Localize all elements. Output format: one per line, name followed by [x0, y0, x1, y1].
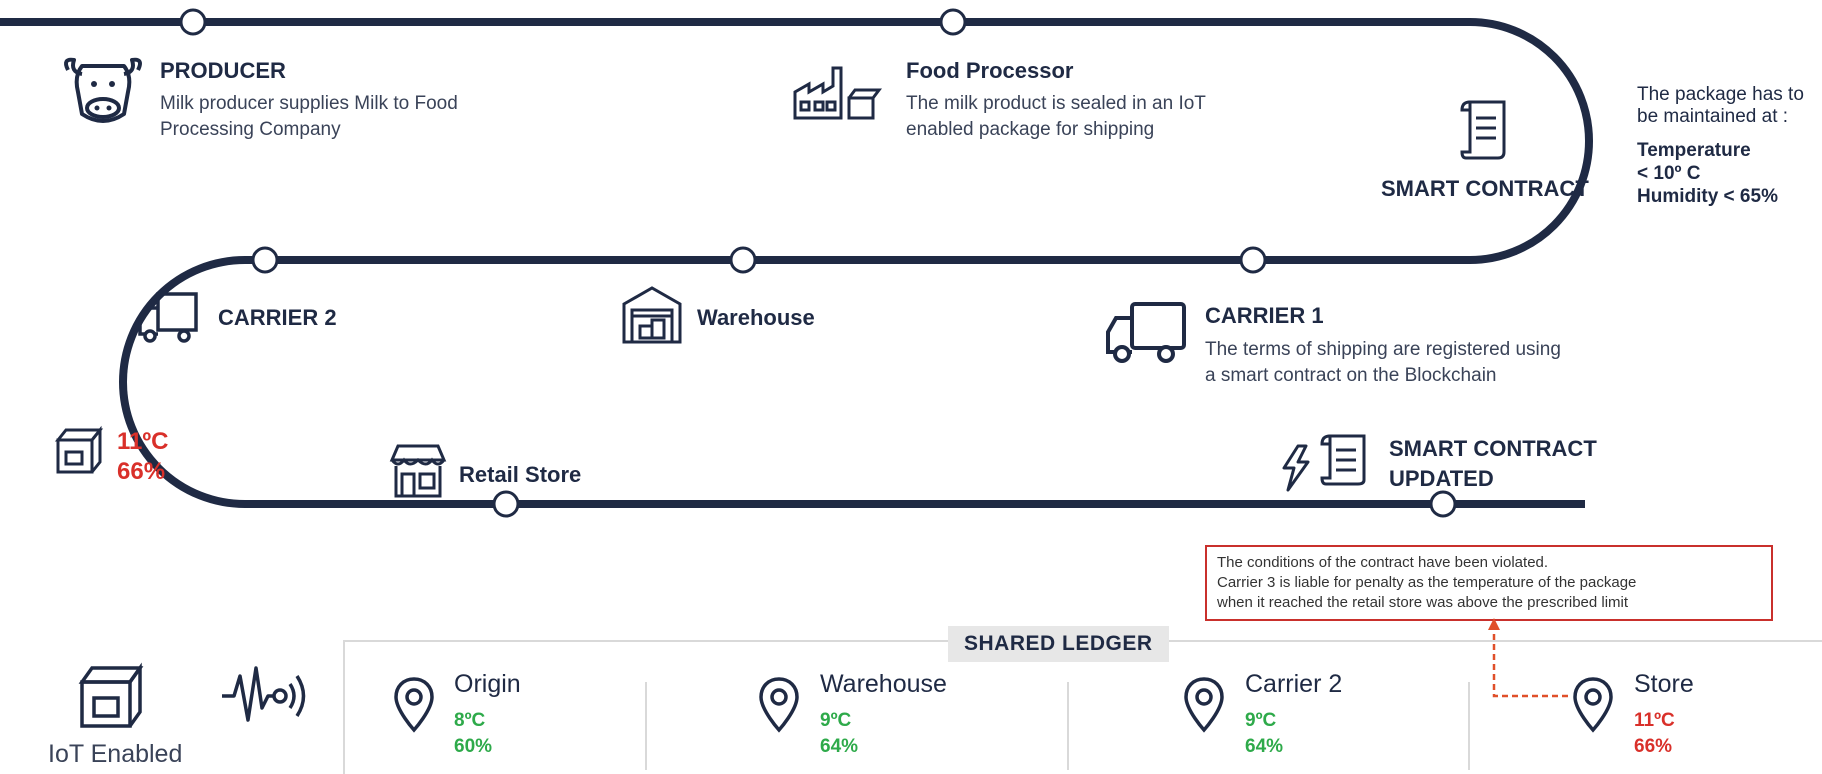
alert-connector-arrow [1488, 618, 1568, 698]
package-temp: 11ºC [117, 428, 169, 455]
ledger-carrier2-name: Carrier 2 [1245, 670, 1343, 698]
truck-icon [1106, 302, 1186, 363]
ledger-origin-temp: 8ºC [454, 710, 486, 731]
location-pin-icon [759, 677, 799, 733]
alert-line-2: Carrier 3 is liable for penalty as the t… [1217, 574, 1637, 591]
node-carrier2 [251, 246, 279, 274]
ledger-warehouse-temp: 9ºC [820, 710, 852, 731]
node-carrier1 [1239, 246, 1267, 274]
processor-desc-2: enabled package for shipping [906, 119, 1155, 140]
producer-desc-2: Processing Company [160, 119, 341, 140]
conditions-temp-label: Temperature [1637, 140, 1751, 161]
truck-icon [138, 292, 198, 343]
conditions-line-2: be maintained at : [1637, 106, 1789, 127]
violation-alert: The conditions of the contract have been… [1205, 545, 1773, 621]
ledger-divider [1067, 682, 1069, 770]
node-processor [939, 8, 967, 36]
store-icon [389, 444, 447, 498]
producer-title: PRODUCER [160, 58, 286, 83]
ledger-store-name: Store [1634, 670, 1694, 698]
warehouse-icon [622, 286, 682, 344]
conditions-temp-value: < 10º C [1637, 163, 1701, 184]
processor-desc-1: The milk product is sealed in an IoT [906, 93, 1206, 114]
node-retail [492, 490, 520, 518]
producer-desc-1: Milk producer supplies Milk to Food [160, 93, 458, 114]
ledger-origin-name: Origin [454, 670, 521, 698]
ledger-divider [1468, 682, 1470, 770]
conditions-humidity: Humidity < 65% [1637, 186, 1778, 207]
smart-contract-title: SMART CONTRACT [1381, 176, 1589, 201]
processor-title: Food Processor [906, 58, 1074, 83]
node-warehouse [729, 246, 757, 274]
package-box-icon [78, 662, 144, 728]
ledger-store-humidity: 66% [1634, 736, 1673, 757]
carrier1-title: CARRIER 1 [1205, 303, 1324, 328]
ledger-title: SHARED LEDGER [948, 626, 1169, 662]
ledger-warehouse-humidity: 64% [820, 736, 859, 757]
iot-label: IoT Enabled [48, 740, 183, 768]
contract-document-icon [1320, 434, 1366, 486]
ledger-carrier2-humidity: 64% [1245, 736, 1284, 757]
conditions-line-1: The package has to [1637, 84, 1804, 105]
carrier1-desc-2: a smart contract on the Blockchain [1205, 365, 1497, 386]
node-contract-updated [1429, 490, 1457, 518]
ledger-store-temp: 11ºC [1634, 710, 1675, 731]
ledger-carrier2-temp: 9ºC [1245, 710, 1277, 731]
carrier2-title: CARRIER 2 [218, 305, 337, 330]
location-pin-icon [1184, 677, 1224, 733]
contract-updated-line-2: UPDATED [1389, 466, 1494, 491]
contract-document-icon [1460, 100, 1506, 160]
retail-title: Retail Store [459, 462, 582, 487]
lightning-icon [1282, 444, 1310, 492]
alert-line-3: when it reached the retail store was abo… [1217, 594, 1629, 611]
contract-updated-line-1: SMART CONTRACT [1389, 436, 1597, 461]
factory-icon [793, 66, 882, 120]
ledger-divider [645, 682, 647, 770]
package-humidity: 66% [117, 458, 166, 485]
package-box-icon [54, 425, 104, 474]
cow-icon [64, 57, 142, 123]
ledger-origin-humidity: 60% [454, 736, 493, 757]
sensor-signal-icon [222, 666, 306, 722]
location-pin-icon [394, 677, 434, 733]
carrier1-desc-1: The terms of shipping are registered usi… [1205, 339, 1561, 360]
warehouse-title: Warehouse [697, 305, 815, 330]
node-producer [179, 8, 207, 36]
ledger-warehouse-name: Warehouse [820, 670, 947, 698]
alert-line-1: The conditions of the contract have been… [1217, 554, 1549, 571]
